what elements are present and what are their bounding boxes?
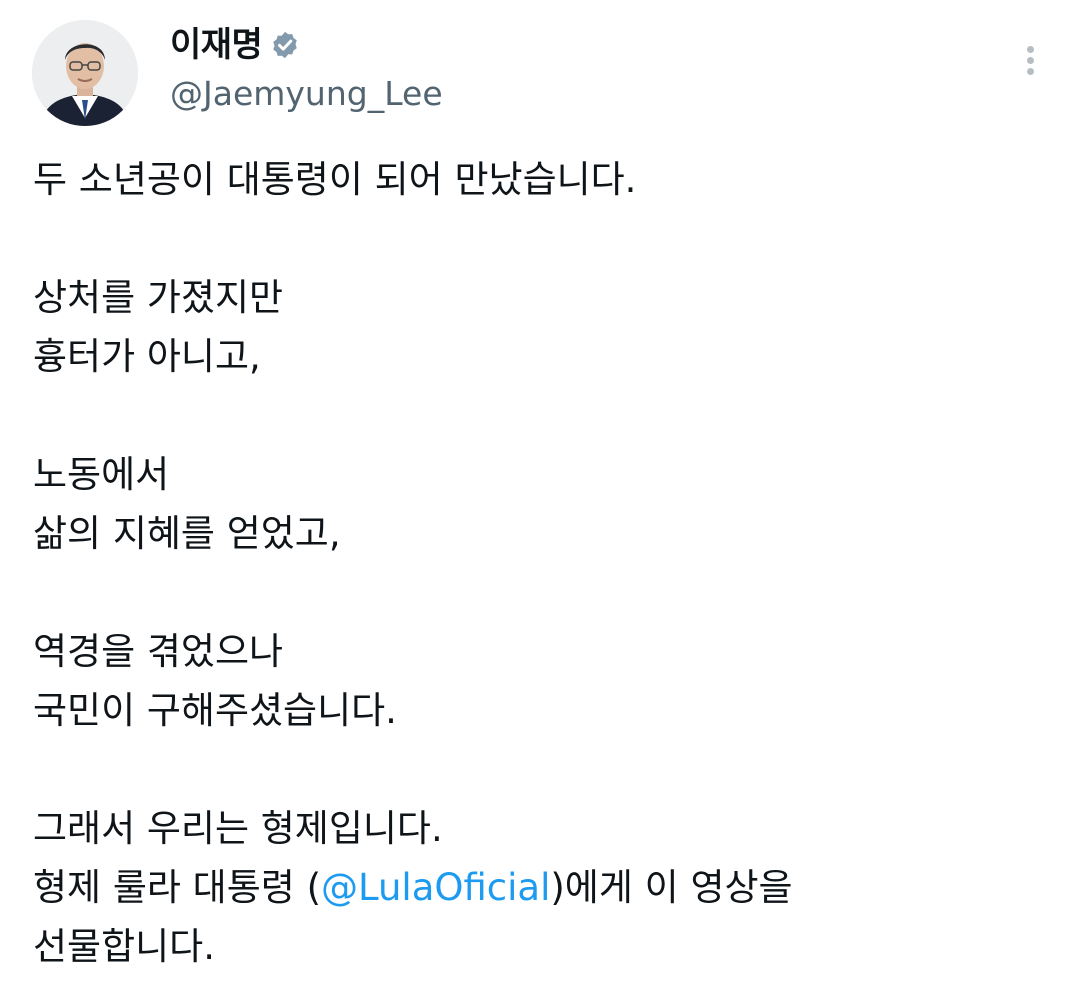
profile-photo xyxy=(32,20,138,126)
author-handle[interactable]: @Jaemyung_Lee xyxy=(170,72,443,116)
tweet-text: 두 소년공이 대통령이 되어 만났습니다. 상처를 가졌지만 흉터가 아니고, … xyxy=(33,150,1043,976)
tweet-line: 상처를 가졌지만 xyxy=(33,276,284,319)
tweet-line: 삶의 지혜를 얻었고, xyxy=(33,512,341,555)
tweet-line: 선물합니다. xyxy=(33,925,215,968)
tweet-line: 흉터가 아니고, xyxy=(33,335,261,378)
tweet-line: 역경을 겪었으나 xyxy=(33,630,284,673)
tweet-line-with-mention: 형제 룰라 대통령 (@LulaOficial)에게 이 영상을 xyxy=(33,858,1043,917)
tweet-line: 두 소년공이 대통령이 되어 만났습니다. xyxy=(33,158,637,201)
verified-badge-icon xyxy=(273,31,298,59)
tweet-line: 그래서 우리는 형제입니다. xyxy=(33,807,443,850)
tweet-text-segment: 형제 룰라 대통령 ( xyxy=(33,866,321,909)
avatar[interactable] xyxy=(32,20,138,126)
tweet-line: 국민이 구해주셨습니다. xyxy=(33,689,397,732)
tweet-line: 노동에서 xyxy=(33,453,170,496)
display-name[interactable]: 이재명 xyxy=(170,24,263,66)
author-name-row: 이재명 xyxy=(170,24,300,66)
more-options-icon[interactable] xyxy=(1020,42,1040,82)
tweet-text-segment: )에게 이 영상을 xyxy=(550,866,793,909)
mention-link[interactable]: @LulaOficial xyxy=(321,866,550,909)
